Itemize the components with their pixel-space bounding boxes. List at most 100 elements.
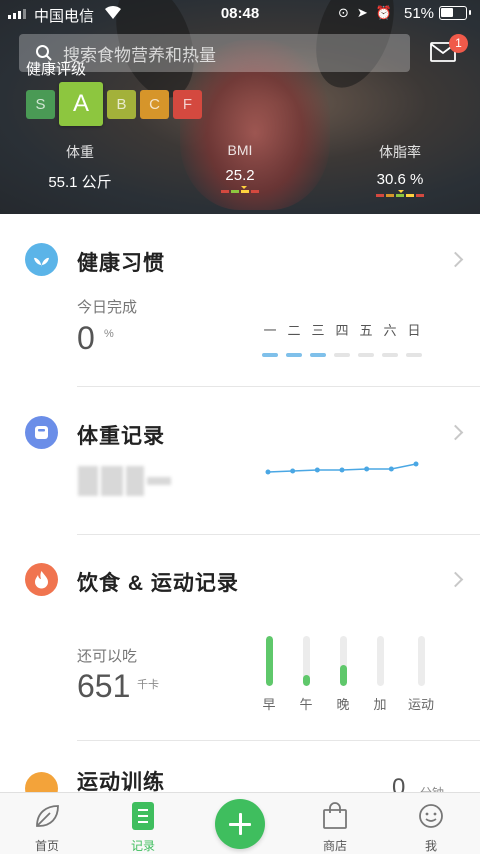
bmi-stat[interactable]: BMI 25.2 — [200, 142, 280, 193]
tab-home[interactable]: 首页 — [17, 801, 77, 854]
weight-point — [388, 466, 394, 472]
weekday-item: 三 — [310, 320, 326, 357]
meal-progress: 早 午 晚 加 运动 — [258, 636, 436, 713]
weekday-label: 六 — [383, 323, 397, 338]
weight-point — [314, 467, 320, 473]
chevron-right-icon — [447, 571, 464, 588]
weekday-item: 四 — [334, 320, 350, 357]
meal-track — [265, 636, 273, 686]
meal-fill — [265, 636, 273, 686]
habits-percent: 0 — [77, 320, 95, 356]
grade-b: B — [107, 90, 136, 119]
meal-column: 运动 — [406, 636, 436, 713]
lock-rotation-icon: ⊙ — [338, 5, 349, 20]
chevron-right-icon — [447, 424, 464, 441]
weekday-item: 一 — [262, 320, 278, 357]
divider — [77, 386, 480, 387]
battery-percent: 51% — [404, 5, 435, 22]
meal-fill — [302, 675, 310, 686]
record-icon — [132, 802, 154, 830]
tab-me[interactable]: 我 — [401, 801, 461, 854]
weight-value-obscured — [78, 466, 171, 496]
stat-label: 体脂率 — [379, 144, 421, 160]
habits-title: 健康习惯 — [77, 252, 165, 275]
weight-point — [364, 466, 370, 472]
stat-value: 30.6 % — [376, 171, 424, 188]
meal-fill — [339, 665, 347, 686]
weekday-label: 三 — [311, 323, 325, 338]
weight-point — [290, 468, 296, 474]
leaf-outline-icon — [36, 805, 59, 827]
shopping-bag-icon — [323, 802, 347, 829]
battery-icon — [439, 6, 471, 20]
divider — [77, 534, 480, 535]
chevron-right-icon — [447, 251, 464, 268]
tab-label: 商店 — [322, 839, 347, 853]
weight-trend-chart — [265, 461, 419, 475]
profile-icon — [419, 804, 443, 828]
add-record-button[interactable] — [215, 799, 265, 849]
habits-unit: % — [104, 328, 114, 340]
meal-column: 加 — [369, 636, 391, 713]
stat-value: 25.2 — [225, 167, 255, 184]
meal-track — [339, 636, 347, 686]
meal-column: 早 — [258, 636, 280, 713]
stat-label: BMI — [227, 142, 253, 158]
grade-c: C — [140, 90, 169, 119]
meal-column: 午 — [295, 636, 317, 713]
weekday-bar — [286, 353, 302, 357]
weekday-item: 六 — [382, 320, 398, 357]
weekday-label: 日 — [407, 323, 421, 338]
tab-shop[interactable]: 商店 — [305, 801, 365, 854]
weight-title: 体重记录 — [77, 425, 165, 448]
weight-stat[interactable]: 体重 55.1 公斤 — [40, 142, 120, 192]
meal-column: 晚 — [332, 636, 354, 713]
flame-icon — [25, 563, 58, 596]
meal-label: 早 — [262, 697, 276, 712]
tab-label: 记录 — [130, 839, 155, 853]
today-complete-label: 今日完成 — [77, 299, 138, 316]
diet-title: 饮食 & 运动记录 — [77, 572, 239, 595]
meal-track — [302, 636, 310, 686]
weight-point — [265, 469, 271, 475]
grade-f: F — [173, 90, 202, 119]
weekday-item: 二 — [286, 320, 302, 357]
stat-label: 体重 — [66, 144, 94, 160]
weekday-bar — [310, 353, 326, 357]
meal-label: 晚 — [336, 697, 350, 712]
remaining-label: 还可以吃 — [77, 648, 138, 665]
weekday-bar — [406, 353, 422, 357]
stat-value: 55.1 公斤 — [48, 174, 112, 191]
meal-label: 加 — [373, 697, 387, 712]
body-fat-scale — [360, 190, 440, 197]
weekday-progress: 一二三四五六日 — [262, 320, 422, 357]
grade-s: S — [26, 90, 55, 119]
weekday-bar — [382, 353, 398, 357]
remaining-calories: 651 — [77, 668, 131, 704]
meal-label: 运动 — [407, 697, 434, 712]
location-icon: ➤ — [356, 5, 368, 20]
tab-label: 首页 — [34, 839, 59, 853]
weekday-label: 四 — [335, 323, 349, 338]
alarm-icon: ⏰ — [375, 5, 392, 20]
mail-badge: 1 — [449, 34, 468, 53]
status-icons: ⊙ ➤ ⏰ — [338, 5, 392, 21]
calorie-unit: 千卡 — [137, 679, 159, 691]
health-rating-grades[interactable]: SABCF — [26, 82, 206, 128]
tab-label: 我 — [424, 839, 437, 853]
meal-track — [417, 636, 425, 686]
bmi-scale — [200, 186, 280, 193]
weekday-item: 日 — [406, 320, 422, 357]
scale-icon — [25, 416, 58, 449]
body-fat-stat[interactable]: 体脂率 30.6 % — [360, 142, 440, 197]
weekday-item: 五 — [358, 320, 374, 357]
weekday-bar — [358, 353, 374, 357]
weekday-label: 一 — [263, 323, 277, 338]
weekday-bar — [262, 353, 278, 357]
meal-label: 午 — [299, 697, 313, 712]
weekday-label: 二 — [287, 323, 301, 338]
divider — [77, 740, 480, 741]
tab-record[interactable]: 记录 — [113, 801, 173, 854]
weight-point — [413, 461, 419, 467]
grade-a: A — [59, 82, 103, 126]
